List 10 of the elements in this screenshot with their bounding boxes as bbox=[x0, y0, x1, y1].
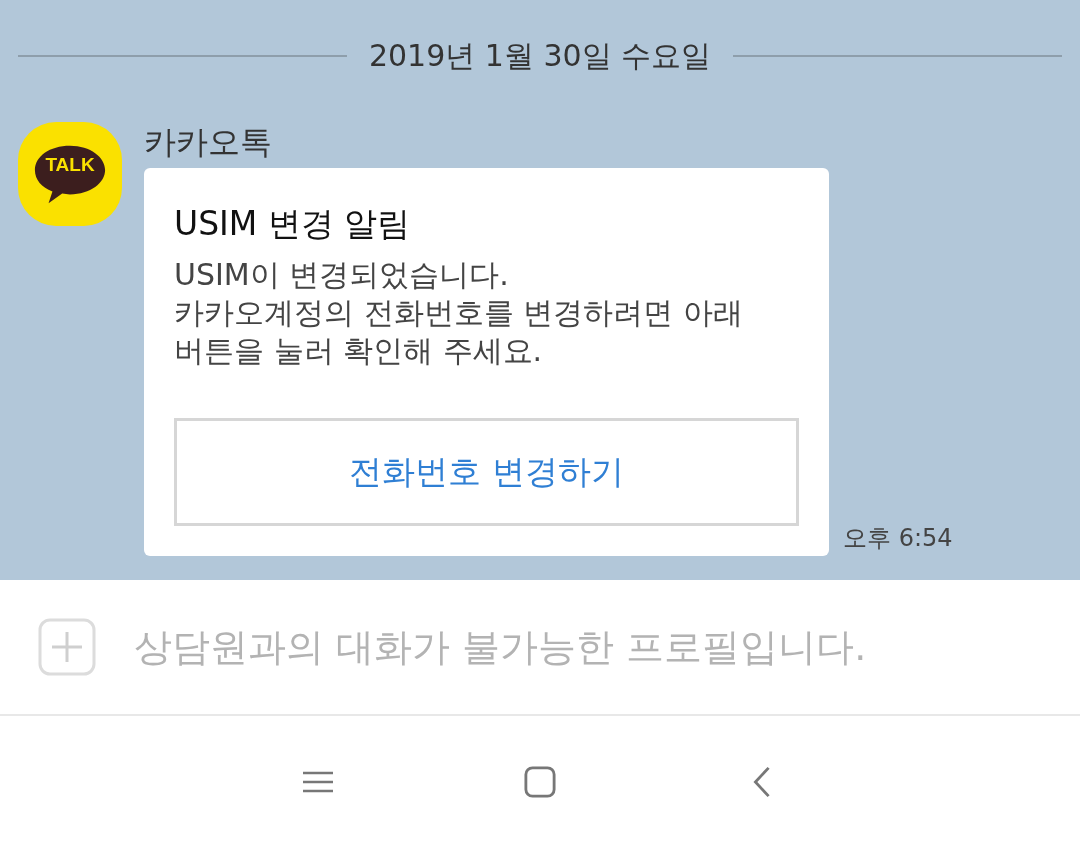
sender-name: 카카오톡 bbox=[144, 122, 273, 162]
home-icon[interactable] bbox=[524, 766, 556, 798]
logo-text: TALK bbox=[44, 154, 96, 176]
input-notice: 상담원과의 대화가 불가능한 프로필입니다. bbox=[134, 623, 867, 671]
date-divider: 2019년 1월 30일 수요일 bbox=[368, 36, 712, 75]
card-title: USIM 변경 알림 bbox=[174, 204, 412, 244]
app-logo[interactable]: TALK bbox=[18, 122, 122, 226]
card-body: USIM이 변경되었습니다. 카카오계정의 전화번호를 변경하려면 아래 버튼을 눌러 확인해 주세요. bbox=[174, 256, 744, 370]
message-time: 오후 6:54 bbox=[843, 523, 953, 554]
change-phone-button[interactable]: 전화번호 변경하기 bbox=[174, 418, 799, 526]
